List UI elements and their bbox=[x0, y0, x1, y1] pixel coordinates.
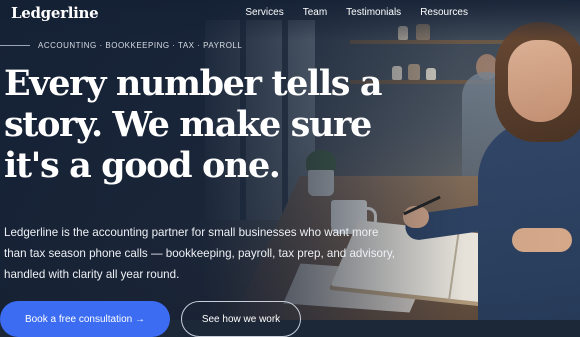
see-how-we-work-label: See how we work bbox=[201, 313, 281, 325]
nav-link-services[interactable]: Services bbox=[245, 7, 283, 18]
brand-logo[interactable]: Ledgerline bbox=[11, 4, 99, 22]
hero-eyebrow: ACCOUNTING · BOOKKEEPING · TAX · PAYROLL bbox=[0, 41, 242, 50]
nav-link-testimonials[interactable]: Testimonials bbox=[346, 7, 401, 18]
eyebrow-text: ACCOUNTING · BOOKKEEPING · TAX · PAYROLL bbox=[38, 41, 243, 50]
hero-headline: Every number tells a story. We make sure… bbox=[4, 63, 383, 186]
book-consultation-button[interactable]: Book a free consultation → bbox=[0, 301, 170, 337]
hero-description: Ledgerline is the accounting partner for… bbox=[4, 226, 395, 281]
book-consultation-label: Book a free consultation → bbox=[24, 313, 146, 325]
nav-link-team[interactable]: Team bbox=[303, 7, 327, 18]
nav-links: Services Team Testimonials Resources bbox=[245, 7, 468, 18]
top-nav: Ledgerline Services Team Testimonials Re… bbox=[0, 0, 580, 28]
eyebrow-divider bbox=[0, 45, 30, 46]
nav-link-resources[interactable]: Resources bbox=[420, 7, 468, 18]
see-how-we-work-button[interactable]: See how we work bbox=[181, 301, 301, 337]
